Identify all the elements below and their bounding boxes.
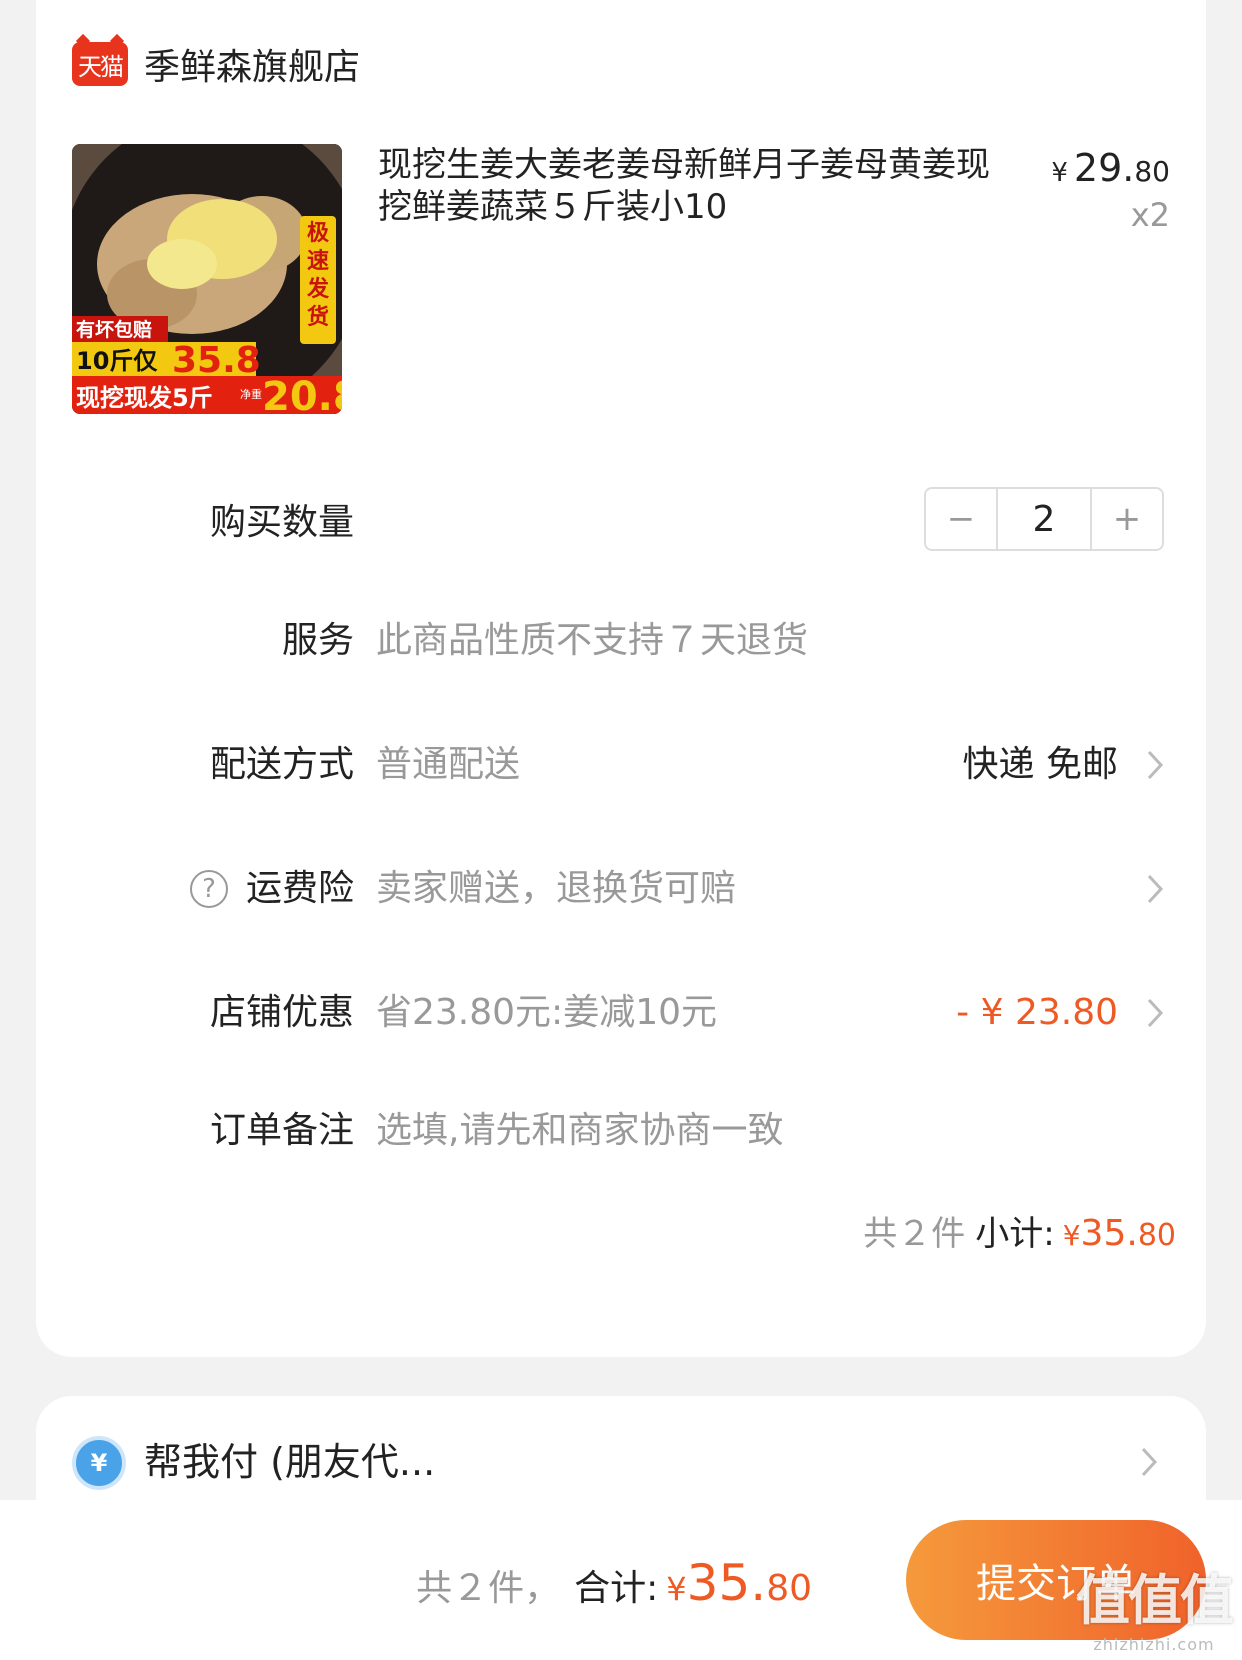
thumb-line2-net: 净重 (240, 387, 262, 401)
subtotal: 共２件 小计: ¥35.80 (863, 1204, 1176, 1264)
thumb-tag-guarantee: 有坏包赔 (76, 318, 152, 341)
subtotal-integer: 35. (1080, 1213, 1138, 1254)
discount-label: 店铺优惠 (209, 992, 354, 1033)
store-header[interactable]: 天猫 季鲜森旗舰店 (72, 34, 360, 94)
checkout-bar: 共２件， 合计: ¥35.80 提交订单 值值值 zhizhizhi.com (0, 1500, 1242, 1660)
thumb-line1-label: 10斤仅 (76, 347, 158, 375)
price-decimal: 80 (1134, 155, 1170, 188)
service-value: 此商品性质不支持７天退货 (376, 620, 809, 661)
watermark-url: zhizhizhi.com (1093, 1635, 1215, 1654)
subtotal-decimal: 80 (1137, 1218, 1176, 1253)
subtotal-currency: ¥ (1062, 1219, 1081, 1252)
total-currency: ¥ (666, 1570, 687, 1608)
chevron-right-icon[interactable] (1140, 983, 1170, 1043)
watermark: 值值值 zhizhizhi.com (1076, 1556, 1234, 1654)
thumb-line1-price: 35.8 (172, 340, 261, 381)
product-title[interactable]: 现挖生姜大姜老姜母新鲜月子姜母黄姜现挖鲜姜蔬菜５斤装小10 (378, 144, 1018, 228)
delivery-label: 配送方式 (209, 744, 354, 785)
decrease-button[interactable]: − (926, 489, 996, 549)
note-label: 订单备注 (209, 1110, 354, 1151)
price-currency: ¥ (1051, 158, 1068, 188)
product-quantity: x2 (1130, 196, 1170, 234)
product-thumbnail[interactable]: 极 速 发 货 有坏包赔 10斤仅 35.8 现挖现发5斤 净重 20.8 (72, 144, 342, 414)
order-total: 共２件， 合计: ¥35.80 (416, 1548, 812, 1624)
price-integer: 29. (1073, 146, 1135, 190)
badge-fast-char-1: 极 (307, 221, 330, 246)
row-delivery[interactable]: 配送方式 普通配送 快递 免邮 (36, 735, 1206, 795)
thumb-line2-price: 20.8 (262, 374, 342, 414)
row-store-discount[interactable]: 店铺优惠 省23.80元:姜减10元 - ¥ 23.80 (36, 983, 1206, 1043)
chevron-right-icon[interactable] (1140, 1432, 1170, 1492)
discount-value: 省23.80元:姜减10元 (376, 992, 717, 1033)
total-decimal: 80 (766, 1568, 812, 1609)
quantity-value[interactable]: 2 (996, 489, 1092, 549)
insurance-label: 运费险 (245, 868, 354, 909)
delivery-method[interactable]: 快递 免邮 (963, 735, 1118, 795)
help-icon[interactable]: ? (189, 870, 228, 908)
chevron-right-icon[interactable] (1140, 735, 1170, 795)
yuan-coin-icon: ¥ (72, 1436, 126, 1490)
row-service: 服务 此商品性质不支持７天退货 (36, 611, 1206, 671)
insurance-label-group: ? 运费险 (189, 859, 354, 919)
badge-fast-char-2: 速 (307, 248, 329, 274)
total-integer: 35. (686, 1554, 767, 1612)
discount-amount[interactable]: - ¥ 23.80 (956, 983, 1118, 1043)
delivery-value: 普通配送 (376, 744, 521, 785)
quantity-stepper[interactable]: − 2 + (924, 487, 1164, 551)
badge-fast-char-4: 货 (307, 304, 329, 330)
order-note-input[interactable]: 选填,请先和商家协商一致 (376, 1101, 783, 1161)
subtotal-label: 小计: (975, 1214, 1055, 1254)
subtotal-count: 共２件 (863, 1214, 966, 1254)
service-label: 服务 (281, 620, 354, 661)
watermark-logo: 值值值 (1076, 1569, 1234, 1632)
tmall-logo-icon: 天猫 (72, 42, 128, 86)
insurance-value: 卖家赠送，退换货可赔 (376, 868, 737, 909)
friend-pay-label: 帮我付 (朋友代... (144, 1440, 436, 1484)
total-label: 合计: (574, 1568, 659, 1609)
row-quantity: 购买数量 − 2 + (36, 487, 1206, 553)
increase-button[interactable]: + (1092, 489, 1162, 549)
chevron-right-icon[interactable] (1140, 859, 1170, 919)
product-price: ¥29.80 (1051, 146, 1170, 190)
row-shipping-insurance[interactable]: ? 运费险 卖家赠送，退换货可赔 (36, 859, 1206, 919)
badge-fast-char-3: 发 (306, 276, 330, 302)
quantity-label: 购买数量 (209, 502, 354, 543)
order-card: 天猫 季鲜森旗舰店 极 速 发 货 有坏包赔 10斤仅 35.8 现挖现发5斤 … (36, 0, 1206, 1357)
row-order-note: 订单备注 选填,请先和商家协商一致 (36, 1101, 1206, 1161)
total-count: 共２件， (416, 1568, 561, 1609)
thumb-line2-label: 现挖现发5斤 (76, 384, 213, 412)
store-name: 季鲜森旗舰店 (144, 47, 361, 88)
